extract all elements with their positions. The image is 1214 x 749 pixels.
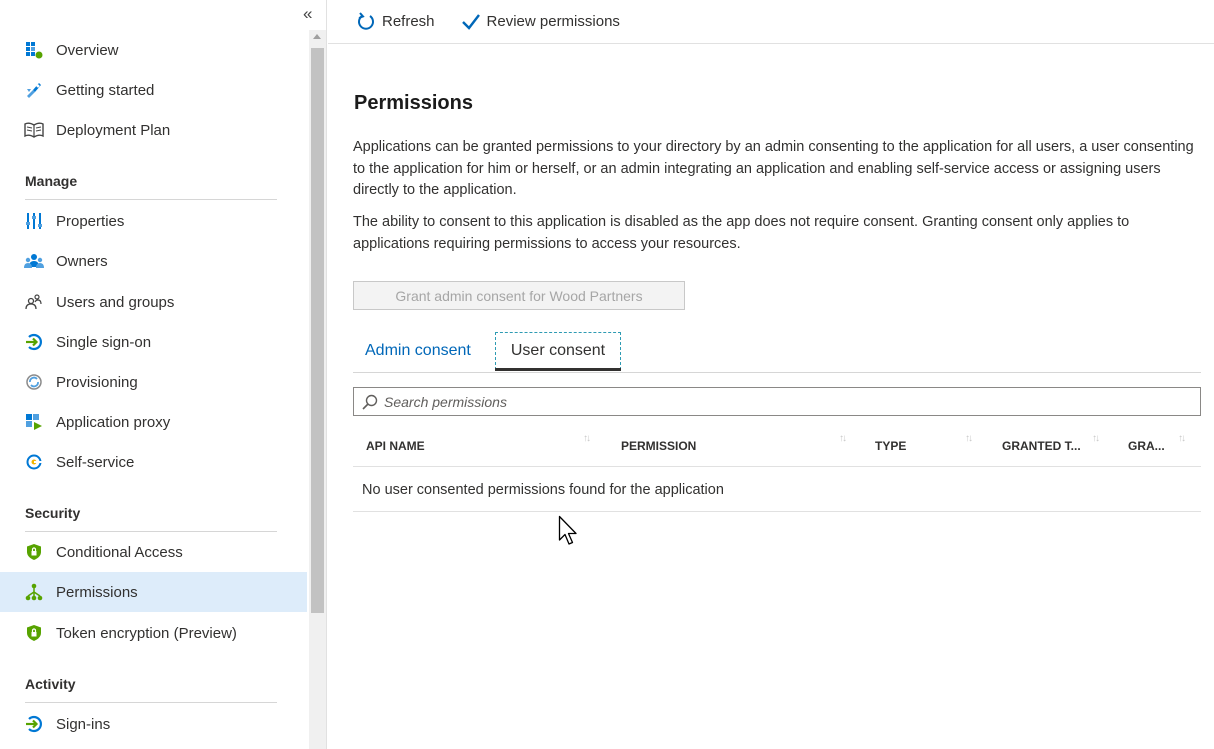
sign-in-arrow-icon (24, 332, 44, 352)
section-divider (25, 702, 277, 703)
sign-in-arrow-icon (24, 714, 44, 734)
shield-icon (24, 623, 44, 643)
empty-message: No user consented permissions found for … (362, 481, 724, 498)
sidebar-item-label: Overview (56, 41, 119, 59)
sidebar-item-application-proxy[interactable]: Application proxy (0, 402, 307, 442)
column-header-api-name[interactable]: API NAME (366, 424, 425, 467)
column-header-granted-through[interactable]: GRANTED T... (1002, 424, 1081, 467)
column-header-label: TYPE (875, 438, 907, 453)
table-empty-row: No user consented permissions found for … (353, 468, 1201, 512)
description-paragraph: Applications can be granted permissions … (353, 139, 1194, 198)
checkmark-icon (461, 13, 480, 30)
section-heading-activity: Activity (25, 676, 76, 692)
scrollbar-thumb[interactable] (311, 48, 324, 613)
command-bar: Refresh Review permissions (328, 0, 1214, 44)
sliders-icon (24, 211, 44, 231)
permissions-tree-icon (24, 582, 44, 602)
sidebar-item-deployment-plan[interactable]: Deployment Plan (0, 110, 307, 150)
column-header-type[interactable]: TYPE (875, 424, 906, 467)
sidebar-item-label: Provisioning (56, 373, 138, 391)
sidebar-item-conditional-access[interactable]: Conditional Access (0, 532, 307, 572)
rocket-icon (24, 80, 44, 100)
sidebar-item-token-encryption[interactable]: Token encryption (Preview) (0, 613, 307, 653)
sort-icon[interactable]: ↑↓ (1178, 433, 1186, 444)
self-service-icon (24, 452, 44, 472)
selected-tab-indicator (495, 368, 621, 371)
sidebar-item-label: Token encryption (Preview) (56, 624, 237, 642)
app-proxy-icon (24, 412, 44, 432)
sort-icon[interactable]: ↑↓ (839, 433, 847, 444)
search-permissions-input[interactable] (384, 393, 1164, 410)
refresh-icon (358, 11, 374, 30)
column-header-permission[interactable]: PERMISSION (621, 424, 696, 467)
sidebar-item-users-and-groups[interactable]: Users and groups (0, 282, 307, 322)
sidebar-item-label: Users and groups (56, 293, 175, 311)
section-heading-security: Security (25, 505, 81, 521)
sidebar-item-label: Application proxy (56, 413, 171, 431)
sidebar-item-self-service[interactable]: Self-service (0, 442, 307, 482)
column-header-label: PERMISSION (621, 438, 697, 453)
page-title: Permissions (354, 92, 473, 114)
sidebar-item-owners[interactable]: Owners (0, 241, 307, 281)
sidebar-item-provisioning[interactable]: Provisioning (0, 362, 307, 402)
sort-icon[interactable]: ↑↓ (583, 433, 591, 444)
book-icon (24, 120, 44, 140)
column-header-label: GRANTED T... (1002, 438, 1081, 453)
sidebar-item-overview[interactable]: Overview (0, 30, 307, 70)
refresh-label: Refresh (382, 13, 435, 30)
sidebar-item-label: Conditional Access (56, 543, 183, 561)
overview-grid-icon (24, 40, 44, 60)
sidebar-item-sign-ins[interactable]: Sign-ins (0, 704, 307, 744)
sidebar-item-label: Properties (56, 212, 125, 230)
sidebar-item-single-sign-on[interactable]: Single sign-on (0, 322, 307, 362)
column-header-label: GRA... (1128, 438, 1165, 453)
tab-user-consent[interactable]: User consent (495, 332, 621, 370)
sidebar-item-label: Deployment Plan (56, 121, 171, 139)
refresh-button[interactable]: Refresh (356, 11, 435, 32)
consent-tabs: Admin consent User consent (353, 332, 1201, 373)
review-permissions-button[interactable]: Review permissions (461, 13, 620, 31)
sort-icon[interactable]: ↑↓ (965, 433, 973, 444)
sidebar-item-label: Single sign-on (56, 333, 152, 351)
sync-icon (24, 372, 44, 392)
scroll-up-arrow-icon[interactable] (313, 34, 321, 39)
grant-admin-consent-button[interactable]: Grant admin consent for Wood Partners (353, 281, 685, 310)
users-icon (24, 292, 44, 312)
table-header: API NAME ↑↓ PERMISSION ↑↓ TYPE ↑↓ GRANTE… (353, 424, 1201, 467)
people-icon (24, 251, 44, 271)
column-header-granted-by[interactable]: GRA... (1128, 424, 1165, 467)
sidebar-item-label: Sign-ins (56, 715, 111, 733)
sidebar-item-properties[interactable]: Properties (0, 201, 307, 241)
tab-admin-consent[interactable]: Admin consent (365, 332, 471, 370)
sidebar-item-label: Self-service (56, 453, 135, 471)
search-box[interactable] (353, 387, 1201, 416)
column-header-label: API NAME (366, 438, 425, 453)
review-permissions-label: Review permissions (486, 13, 620, 30)
shield-icon (24, 542, 44, 562)
sort-icon[interactable]: ↑↓ (1092, 433, 1100, 444)
consent-note-paragraph: The ability to consent to this applicati… (353, 214, 1130, 252)
collapse-sidebar-button[interactable]: « (303, 4, 312, 24)
sidebar-item-label: Permissions (56, 583, 138, 601)
sidebar-scrollbar[interactable] (309, 30, 326, 749)
search-icon (362, 394, 378, 410)
sidebar-item-label: Getting started (56, 81, 155, 99)
sidebar-item-permissions[interactable]: Permissions (0, 572, 307, 612)
sidebar-item-getting-started[interactable]: Getting started (0, 70, 307, 110)
section-divider (25, 199, 277, 200)
sidebar-item-label: Owners (56, 252, 108, 270)
section-heading-manage: Manage (25, 173, 78, 189)
mouse-cursor-icon (558, 515, 577, 545)
sidebar: « Overview Getting started Deployment Pl… (0, 0, 327, 749)
